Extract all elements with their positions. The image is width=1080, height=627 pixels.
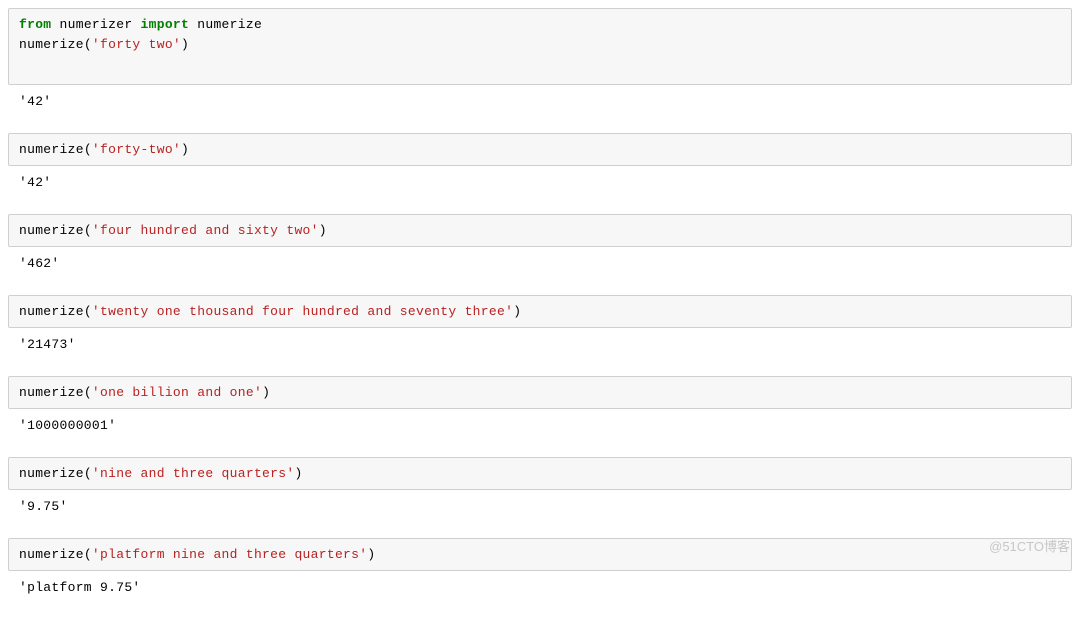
code-token: from — [19, 17, 60, 32]
code-token: ) — [367, 547, 375, 562]
code-token: numerize — [19, 466, 84, 481]
code-token: ( — [84, 466, 92, 481]
code-output-cell: '42' — [8, 166, 1072, 200]
code-token: numerize — [197, 17, 262, 32]
notebook-cells: from numerizer import numerize numerize(… — [8, 8, 1072, 605]
code-output-cell: '462' — [8, 247, 1072, 281]
code-token: ) — [262, 385, 270, 400]
code-token: numerize — [19, 37, 84, 52]
code-token: 'forty two' — [92, 37, 181, 52]
code-output-cell: '9.75' — [8, 490, 1072, 524]
code-input-cell: numerize('twenty one thousand four hundr… — [8, 295, 1072, 329]
code-output-cell: '42' — [8, 85, 1072, 119]
code-token: ( — [84, 142, 92, 157]
code-token: numerize — [19, 223, 84, 238]
code-token: 'platform nine and three quarters' — [92, 547, 367, 562]
code-token: 'four hundred and sixty two' — [92, 223, 319, 238]
code-output-cell: '21473' — [8, 328, 1072, 362]
code-input-cell: numerize('nine and three quarters') — [8, 457, 1072, 491]
code-token: numerize — [19, 304, 84, 319]
code-output-cell: '1000000001' — [8, 409, 1072, 443]
code-token: ) — [181, 37, 189, 52]
code-token: ( — [84, 37, 92, 52]
code-input-cell: numerize('four hundred and sixty two') — [8, 214, 1072, 248]
code-token: 'twenty one thousand four hundred and se… — [92, 304, 513, 319]
code-token: ( — [84, 547, 92, 562]
code-input-cell: numerize('forty-two') — [8, 133, 1072, 167]
code-token: ) — [294, 466, 302, 481]
code-token: ) — [181, 142, 189, 157]
code-token: ( — [84, 223, 92, 238]
code-input-cell: numerize('one billion and one') — [8, 376, 1072, 410]
code-token: 'forty-two' — [92, 142, 181, 157]
code-token: ) — [513, 304, 521, 319]
code-output-cell: 'platform 9.75' — [8, 571, 1072, 605]
watermark-text: @51CTO博客 — [989, 537, 1070, 557]
code-token: import — [141, 17, 198, 32]
code-token: numerize — [19, 142, 84, 157]
code-token: 'nine and three quarters' — [92, 466, 295, 481]
code-token: ( — [84, 385, 92, 400]
code-token: numerize — [19, 547, 84, 562]
code-token: numerizer — [60, 17, 141, 32]
code-token: ) — [319, 223, 327, 238]
code-token: ( — [84, 304, 92, 319]
code-token: 'one billion and one' — [92, 385, 262, 400]
code-token: numerize — [19, 385, 84, 400]
code-input-cell: from numerizer import numerize numerize(… — [8, 8, 1072, 85]
